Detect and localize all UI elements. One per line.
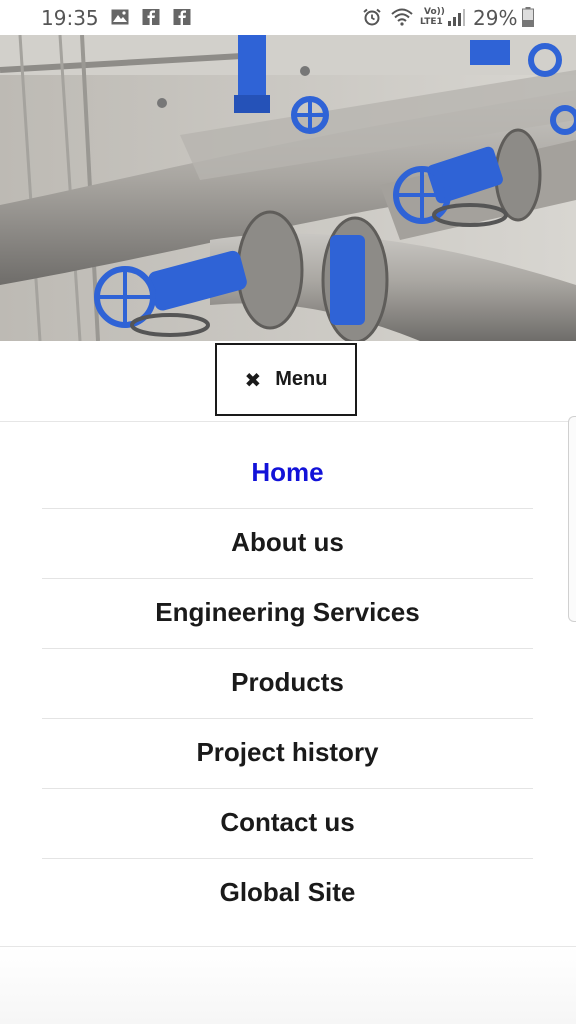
wifi-icon [391,8,413,26]
network-label: Vo)) LTE1 [420,7,445,27]
volte-label: Vo)) [424,7,445,17]
nav-item-products[interactable]: Products [42,649,533,719]
nav-item-engineering-services[interactable]: Engineering Services [42,579,533,649]
menu-toggle-button[interactable]: ✖ Menu [215,343,357,416]
nav-item-contact-us[interactable]: Contact us [42,789,533,859]
signal-icon [448,9,465,26]
lte-label: LTE1 [420,17,443,27]
main-navigation: Home About us Engineering Services Produ… [42,439,533,929]
close-icon: ✖ [244,367,262,392]
menu-label: Menu [275,368,328,390]
status-time: 19:35 [41,6,99,30]
scroll-handle[interactable] [568,416,576,622]
battery-icon [522,7,534,27]
status-bar: 19:35 Vo)) LTE1 29% [0,0,576,35]
image-icon [111,9,129,25]
hero-image [0,35,576,341]
nav-item-about-us[interactable]: About us [42,509,533,579]
pipes-illustration [0,35,576,341]
alarm-icon [363,8,381,26]
battery-percent: 29% [473,6,518,30]
nav-item-global-site[interactable]: Global Site [42,859,533,929]
menu-bar: ✖ Menu [0,341,576,422]
page-footer-area [0,947,576,1024]
nav-item-home[interactable]: Home [42,439,533,509]
nav-item-project-history[interactable]: Project history [42,719,533,789]
facebook-icon [142,9,160,25]
facebook-icon [173,9,191,25]
